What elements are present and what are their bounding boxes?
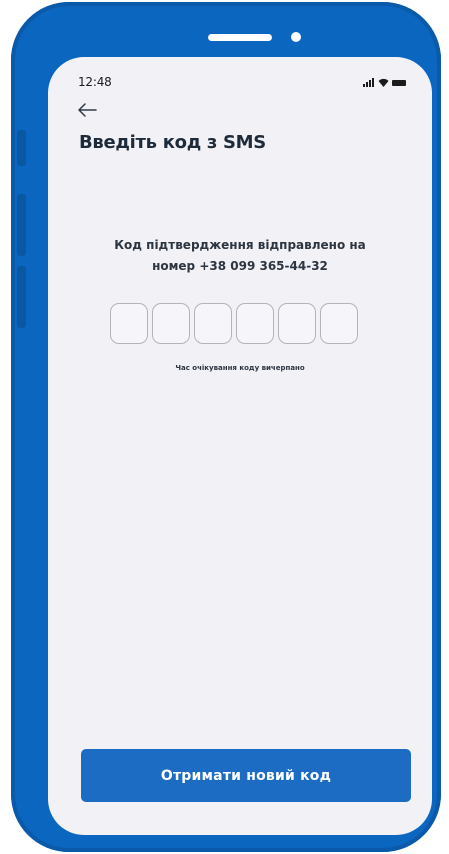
get-new-code-button[interactable]: Отримати новий код: [81, 749, 411, 802]
status-icons: [363, 77, 406, 87]
code-digit-input-4[interactable]: [236, 303, 274, 344]
back-arrow-icon[interactable]: [76, 101, 98, 119]
code-digit-input-6[interactable]: [320, 303, 358, 344]
code-digit-input-1[interactable]: [110, 303, 148, 344]
speaker-grille: [208, 34, 272, 41]
sms-sent-message-line2: номер +38 099 365-44-32: [152, 259, 328, 273]
page-title: Введіть код з SMS: [79, 132, 266, 153]
side-button-volume-down: [17, 266, 26, 328]
signal-icon: [363, 78, 374, 87]
code-input-row: [110, 303, 358, 344]
front-camera: [291, 32, 301, 42]
side-button-volume-up: [17, 194, 26, 256]
code-digit-input-2[interactable]: [152, 303, 190, 344]
phone-frame: 12:48 Введіть код з SMS Код підтвердженн…: [11, 2, 441, 852]
code-digit-input-3[interactable]: [194, 303, 232, 344]
phone-screen: 12:48 Введіть код з SMS Код підтвердженн…: [48, 57, 432, 835]
wifi-icon: [378, 78, 389, 87]
code-digit-input-5[interactable]: [278, 303, 316, 344]
side-button-silent: [17, 130, 26, 166]
code-timeout-message: Час очікування коду вичерпано: [175, 364, 305, 372]
sms-sent-message-line1: Код підтвердження відправлено на: [114, 238, 366, 252]
sms-sent-message: Код підтвердження відправлено на номер +…: [48, 235, 432, 277]
status-time: 12:48: [78, 75, 112, 89]
battery-icon: [392, 80, 406, 86]
